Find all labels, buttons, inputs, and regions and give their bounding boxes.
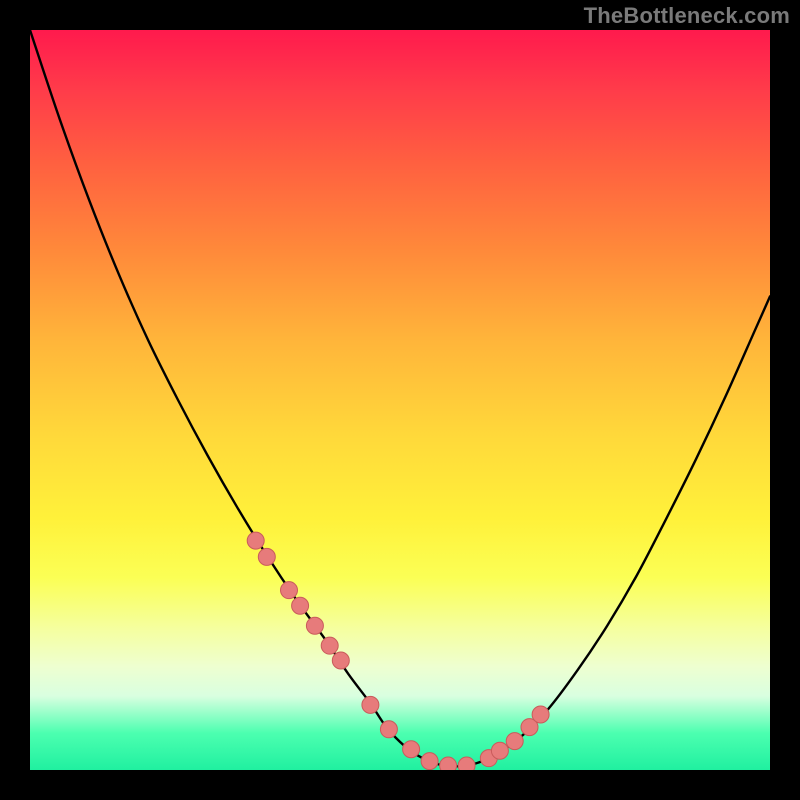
highlight-marker: [258, 548, 275, 565]
highlight-marker: [362, 696, 379, 713]
highlight-marker: [532, 706, 549, 723]
highlight-marker: [332, 652, 349, 669]
chart-overlay: [30, 30, 770, 770]
bottleneck-curve: [30, 30, 770, 766]
highlight-marker: [247, 532, 264, 549]
highlight-markers: [247, 532, 549, 770]
chart-frame: TheBottleneck.com: [0, 0, 800, 800]
highlight-marker: [491, 742, 508, 759]
highlight-marker: [321, 637, 338, 654]
highlight-marker: [506, 733, 523, 750]
highlight-marker: [458, 757, 475, 770]
highlight-marker: [440, 757, 457, 770]
highlight-marker: [380, 721, 397, 738]
watermark-label: TheBottleneck.com: [584, 3, 790, 29]
highlight-marker: [292, 597, 309, 614]
highlight-marker: [421, 753, 438, 770]
plot-area: [30, 30, 770, 770]
highlight-marker: [306, 617, 323, 634]
highlight-marker: [403, 741, 420, 758]
highlight-marker: [281, 582, 298, 599]
